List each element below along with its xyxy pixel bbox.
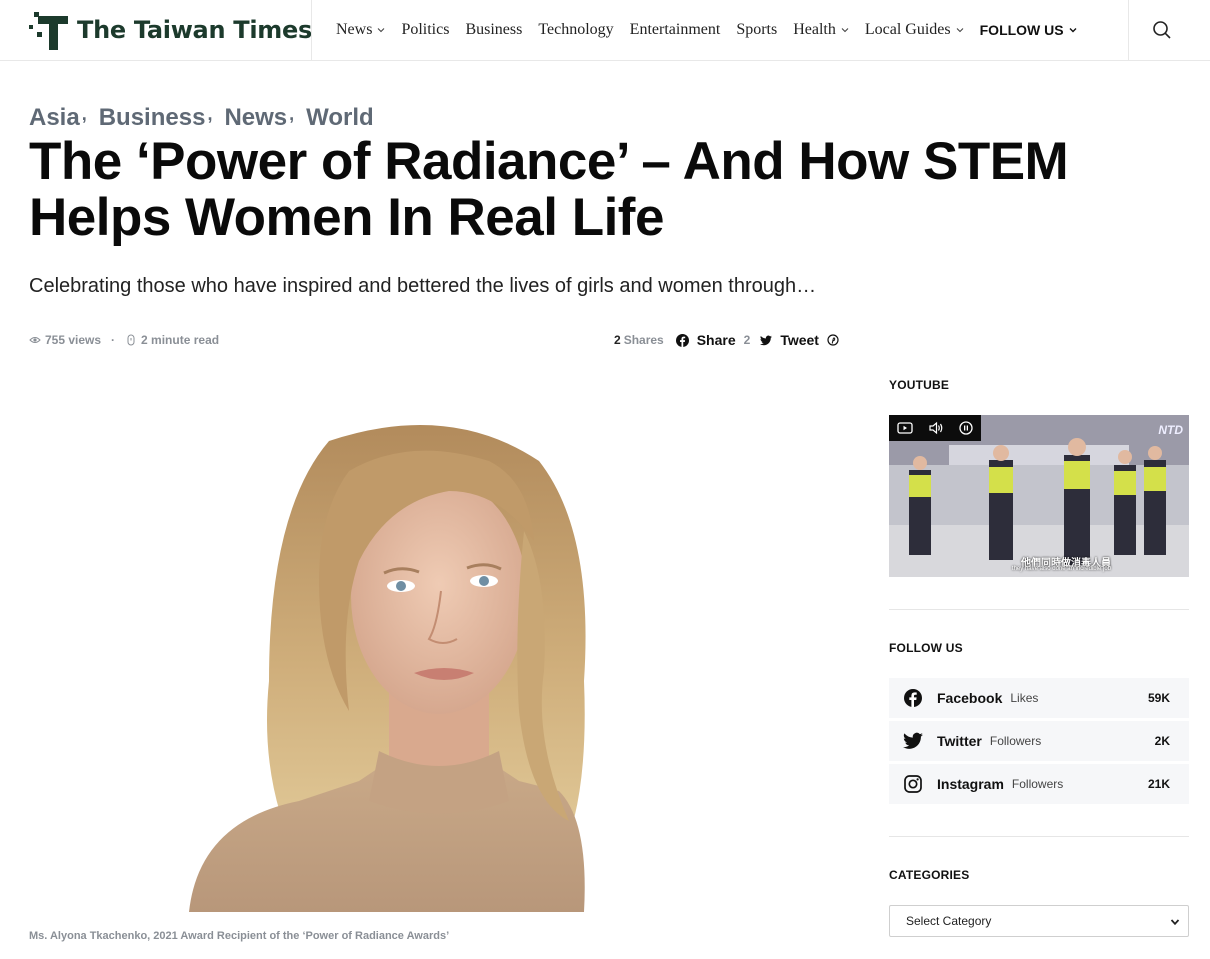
article-title: The ‘Power of Radiance’ – And How STEM H… bbox=[29, 132, 1069, 247]
sidebar-divider bbox=[889, 609, 1189, 610]
youtube-icon[interactable] bbox=[897, 421, 913, 435]
category-link-asia[interactable]: Asia bbox=[29, 104, 80, 132]
share-facebook-button[interactable]: Share bbox=[675, 332, 736, 348]
separator: , bbox=[289, 104, 295, 124]
shares-count: 2 bbox=[614, 333, 621, 347]
follow-instagram[interactable]: Instagram Followers 21K bbox=[889, 764, 1189, 804]
category-link-news[interactable]: News bbox=[224, 104, 287, 132]
chevron-down-icon bbox=[1170, 919, 1180, 926]
category-select[interactable]: Select Category bbox=[889, 905, 1189, 937]
nav-technology[interactable]: Technology bbox=[538, 21, 613, 39]
network-unit: Likes bbox=[1010, 691, 1039, 705]
share-bar: 2 Shares Share 2 Tweet bbox=[614, 332, 839, 348]
network-unit: Followers bbox=[989, 734, 1042, 748]
view-count: 755 views bbox=[45, 333, 102, 347]
nav-follow-us[interactable]: FOLLOW US bbox=[980, 22, 1077, 38]
nav-label: Business bbox=[465, 21, 523, 38]
read-time: 2 minute read bbox=[141, 333, 220, 347]
youtube-video-player[interactable]: NTD 他們同時做消毒人員 they have also done an inc… bbox=[889, 415, 1189, 577]
facebook-share-count: 2 bbox=[743, 333, 751, 347]
logo-mark-icon bbox=[29, 12, 68, 50]
nav-label: FOLLOW US bbox=[979, 22, 1064, 38]
pinterest-icon[interactable] bbox=[827, 334, 839, 346]
separator: · bbox=[111, 333, 116, 347]
follow-heading: FOLLOW US bbox=[889, 641, 963, 655]
chevron-down-icon bbox=[956, 28, 964, 33]
network-count: 2K bbox=[1154, 734, 1170, 748]
nav-label: Sports bbox=[736, 21, 778, 38]
network-unit: Followers bbox=[1011, 777, 1064, 791]
shares-label: Shares bbox=[623, 333, 664, 347]
chevron-down-icon bbox=[378, 28, 385, 33]
nav-label: Technology bbox=[538, 21, 614, 38]
facebook-icon bbox=[904, 689, 922, 707]
header-divider bbox=[311, 0, 312, 60]
share-twitter-button[interactable]: Tweet bbox=[760, 332, 819, 348]
stopwatch-icon bbox=[127, 334, 135, 346]
nav-label: Politics bbox=[401, 21, 450, 38]
chevron-down-icon bbox=[841, 28, 849, 33]
instagram-icon bbox=[904, 775, 922, 793]
pause-icon[interactable] bbox=[959, 421, 973, 435]
article-subtitle: Celebrating those who have inspired and … bbox=[29, 275, 817, 297]
nav-news[interactable]: News bbox=[336, 21, 385, 39]
nav-label: Health bbox=[793, 21, 836, 38]
network-name: Twitter bbox=[937, 733, 982, 749]
category-link-business[interactable]: Business bbox=[99, 104, 206, 132]
article-meta: 755 views · 2 minute read bbox=[29, 333, 219, 347]
tweet-label: Tweet bbox=[780, 332, 819, 348]
twitter-icon bbox=[760, 335, 773, 345]
nav-health[interactable]: Health bbox=[793, 21, 849, 39]
network-count: 59K bbox=[1147, 691, 1170, 705]
youtube-heading: YOUTUBE bbox=[889, 378, 950, 392]
header-divider bbox=[1128, 0, 1129, 60]
nav-label: Local Guides bbox=[864, 21, 951, 38]
nav-politics[interactable]: Politics bbox=[401, 21, 449, 39]
eye-icon bbox=[29, 337, 41, 343]
nav-label: Entertainment bbox=[629, 21, 721, 38]
follow-facebook[interactable]: Facebook Likes 59K bbox=[889, 678, 1189, 718]
categories-heading: CATEGORIES bbox=[889, 868, 970, 882]
select-value: Select Category bbox=[906, 914, 992, 928]
search-icon[interactable] bbox=[1152, 20, 1172, 40]
article-categories: Asia, Business, News, World bbox=[29, 104, 376, 132]
facebook-icon bbox=[675, 333, 689, 347]
site-name: The Taiwan Times bbox=[77, 16, 312, 44]
portrait-illustration bbox=[189, 425, 586, 912]
category-link-world[interactable]: World bbox=[306, 104, 374, 132]
nav-entertainment[interactable]: Entertainment bbox=[630, 21, 721, 39]
network-name: Instagram bbox=[937, 776, 1004, 792]
video-controls bbox=[889, 415, 981, 441]
nav-business[interactable]: Business bbox=[465, 21, 522, 39]
separator: , bbox=[81, 104, 87, 124]
video-subtitle-en: they have also done an incredible job bbox=[1011, 566, 1111, 572]
share-label: Share bbox=[696, 332, 736, 348]
separator: , bbox=[207, 104, 213, 124]
sidebar-divider bbox=[889, 836, 1189, 837]
network-name: Facebook bbox=[937, 690, 1003, 706]
image-caption: Ms. Alyona Tkachenko, 2021 Award Recipie… bbox=[29, 930, 450, 942]
main-nav: News Politics Business Technology Entert… bbox=[336, 0, 1077, 60]
featured-image bbox=[29, 381, 829, 912]
twitter-icon bbox=[903, 732, 923, 749]
channel-watermark: NTD bbox=[1158, 423, 1183, 437]
volume-icon[interactable] bbox=[928, 421, 944, 435]
chevron-down-icon bbox=[1069, 28, 1077, 33]
nav-local-guides[interactable]: Local Guides bbox=[865, 21, 964, 39]
site-header: The Taiwan Times News Politics Business … bbox=[0, 0, 1210, 61]
nav-sports[interactable]: Sports bbox=[736, 21, 777, 39]
network-count: 21K bbox=[1147, 777, 1170, 791]
nav-label: News bbox=[336, 21, 373, 38]
follow-twitter[interactable]: Twitter Followers 2K bbox=[889, 721, 1189, 761]
site-logo[interactable]: The Taiwan Times bbox=[29, 10, 312, 50]
